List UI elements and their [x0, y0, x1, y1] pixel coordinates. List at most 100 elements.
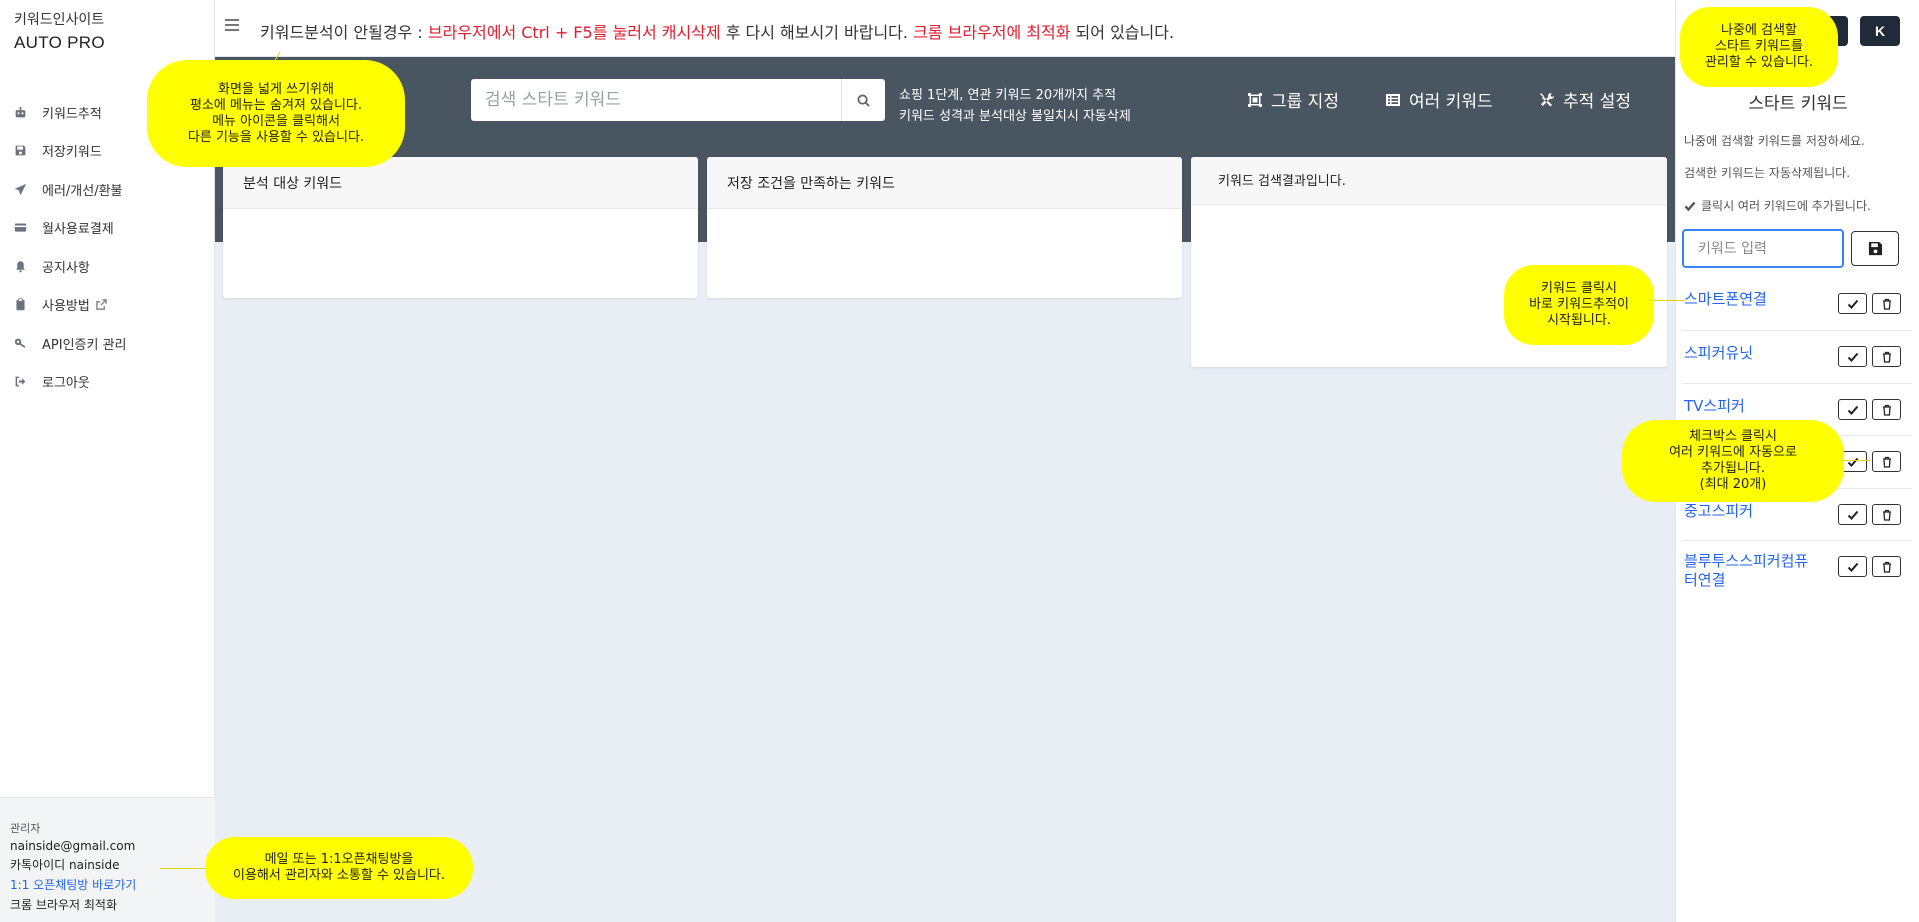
floppy-icon [1868, 241, 1882, 256]
callout-text: 스타트 키워드를 [1715, 39, 1803, 54]
brand-title: AUTO PRO [14, 33, 105, 52]
tracking-settings-label: 추적 설정 [1563, 92, 1631, 112]
top-bar: 키워드분석이 안될경우 : 브라우저에서 Ctrl + F5를 눌러서 캐시삭제… [215, 0, 1675, 57]
keyword-link[interactable]: 스마트폰연결 [1684, 290, 1767, 309]
sidebar-item-label: 공지사항 [42, 260, 90, 276]
brand[interactable]: 키워드인사이트 AUTO PRO [14, 9, 105, 53]
callout-text: 메일 또는 1:1오픈채팅방을 [264, 852, 414, 867]
credit-card-icon [12, 220, 28, 236]
notice-text-2: 후 다시 해보시기 바랍니다. [720, 23, 914, 42]
browser-note: 크롬 브라우저 최적화 [10, 898, 117, 912]
external-link-icon [96, 299, 107, 311]
sidebar-item-api-key[interactable]: API인증키 관리 [0, 324, 215, 363]
search-result-card-title: 키워드 검색결과입니다. [1191, 157, 1667, 205]
sidebar-item-monthly-payment[interactable]: 월사용료결제 [0, 209, 215, 248]
callout-text: 키워드 클릭시 [1541, 281, 1617, 296]
admin-email: nainside@gmail.com [10, 839, 136, 853]
sidebar-item-notice[interactable]: 공지사항 [0, 247, 215, 286]
delete-keyword-button[interactable] [1872, 504, 1901, 525]
list-item: 블루투스스피커컴퓨터연결 [1682, 541, 1912, 601]
admin-role-label: 관리자 [10, 822, 41, 835]
sidebar-footer: 관리자 nainside@gmail.com 카톡아이디 nainside 1:… [0, 797, 215, 922]
list-icon [1386, 93, 1400, 106]
open-chat-link[interactable]: 1:1 오픈채팅방 바로가기 [10, 876, 215, 893]
click-add-note-text: 클릭시 여러 키워드에 추가됩니다. [1701, 199, 1871, 213]
callout-text: 시작됩니다. [1547, 313, 1611, 328]
trash-icon [1882, 351, 1891, 363]
hamburger-menu-icon[interactable] [225, 19, 239, 31]
sidebar-item-label: 저장키워드 [42, 145, 102, 161]
list-item: 스피커유닛 [1682, 331, 1912, 384]
keyword-link[interactable]: 블루투스스피커컴퓨터연결 [1684, 552, 1819, 590]
kakao-button[interactable]: K [1860, 16, 1900, 46]
notice-text-1: 키워드분석이 안될경우 : [260, 23, 428, 42]
callout-text: 체크박스 클릭시 [1689, 429, 1777, 444]
list-item: 스마트폰연결 [1682, 280, 1912, 331]
add-to-multi-button[interactable] [1838, 293, 1867, 314]
check-icon [1847, 562, 1858, 572]
notice-highlight-2: 크롬 브라우저에 최적화 [913, 23, 1071, 42]
sidebar-item-label: 로그아웃 [42, 376, 90, 392]
saved-condition-card-title: 저장 조건을 만족하는 키워드 [707, 157, 1182, 209]
start-keyword-desc-1: 나중에 검색할 키워드를 저장하세요. [1684, 134, 1865, 148]
delete-keyword-button[interactable] [1872, 346, 1901, 367]
tracking-info-line-2: 키워드 성격과 분석대상 불일치시 자동삭제 [899, 109, 1131, 124]
object-group-icon [1248, 92, 1262, 107]
tracking-settings-button[interactable]: 추적 설정 [1539, 87, 1631, 112]
check-icon [1847, 352, 1858, 362]
sidebar-item-label: 월사용료결제 [42, 222, 114, 238]
add-to-multi-button[interactable] [1838, 504, 1867, 525]
delete-keyword-button[interactable] [1872, 293, 1901, 314]
group-assign-label: 그룹 지정 [1271, 92, 1339, 112]
keyword-input[interactable] [1682, 229, 1844, 268]
trash-icon [1882, 298, 1891, 310]
sidebar-item-label: 에러/개선/환불 [42, 183, 123, 199]
delete-keyword-button[interactable] [1872, 451, 1901, 472]
sidebar-item-label: 사용방법 [42, 299, 90, 315]
notice-highlight-1: 브라우저에서 Ctrl + F5를 눌러서 캐시삭제 [427, 23, 721, 42]
callout-keyword-click-tip: 키워드 클릭시 바로 키워드추적이 시작됩니다. [1504, 265, 1654, 345]
tools-icon [1540, 92, 1554, 106]
add-to-multi-button[interactable] [1838, 399, 1867, 420]
sidebar-item-error-refund[interactable]: 에러/개선/환불 [0, 170, 215, 209]
keyword-link[interactable]: 스피커유닛 [1684, 344, 1753, 363]
search-button[interactable] [841, 79, 885, 121]
sidebar-item-how-to-use[interactable]: 사용방법 [0, 286, 215, 325]
sidebar-item-logout[interactable]: 로그아웃 [0, 363, 215, 402]
check-icon [1847, 510, 1858, 520]
add-to-multi-button[interactable] [1838, 556, 1867, 577]
callout-text: 평소에 메뉴는 숨겨져 있습니다. [189, 97, 362, 113]
tracking-info: 쇼핑 1단계, 연관 키워드 20개까지 추적 키워드 성격과 분석대상 불일치… [899, 85, 1131, 127]
start-keyword-desc-2: 검색한 키워드는 자동삭제됩니다. [1684, 166, 1851, 180]
callout-pointer [1840, 460, 1870, 461]
trash-icon [1882, 404, 1891, 416]
analysis-keyword-card: 분석 대상 키워드 [223, 157, 698, 298]
callout-checkbox-tip: 체크박스 클릭시 여러 키워드에 자동으로 추가됩니다. (최대 20개) [1622, 420, 1844, 502]
multi-keyword-label: 여러 키워드 [1409, 92, 1493, 112]
keyword-link[interactable]: 중고스피커 [1684, 502, 1753, 521]
group-assign-button[interactable]: 그룹 지정 [1247, 87, 1339, 112]
save-keyword-button[interactable] [1851, 231, 1899, 266]
search-icon [857, 93, 870, 107]
sidebar-item-label: API인증키 관리 [42, 337, 127, 353]
check-icon [1847, 405, 1858, 415]
cache-notice: 키워드분석이 안될경우 : 브라우저에서 Ctrl + F5를 눌러서 캐시삭제… [260, 19, 1174, 43]
delete-keyword-button[interactable] [1872, 556, 1901, 577]
clipboard-icon [12, 297, 28, 313]
start-keyword-title: 스타트 키워드 [1748, 94, 1848, 114]
search-box [471, 79, 885, 121]
search-input[interactable] [471, 79, 841, 121]
add-to-multi-button[interactable] [1838, 346, 1867, 367]
delete-keyword-button[interactable] [1872, 399, 1901, 420]
callout-start-keyword-tip: 나중에 검색할 스타트 키워드를 관리할 수 있습니다. [1680, 7, 1838, 87]
paper-plane-icon [12, 181, 28, 197]
callout-text: 나중에 검색할 [1721, 23, 1797, 38]
check-icon [1684, 201, 1696, 211]
callout-text: 화면을 넓게 쓰기위해 [218, 81, 334, 97]
multi-keyword-button[interactable]: 여러 키워드 [1385, 87, 1493, 112]
floppy-icon [12, 143, 28, 159]
callout-text: 추가됩니다. [1701, 461, 1765, 476]
callout-text: 다른 기능을 사용할 수 있습니다. [187, 129, 365, 145]
callout-text: 메뉴 아이콘을 클릭해서 [212, 113, 340, 129]
keyword-link[interactable]: TV스피커 [1684, 397, 1745, 416]
